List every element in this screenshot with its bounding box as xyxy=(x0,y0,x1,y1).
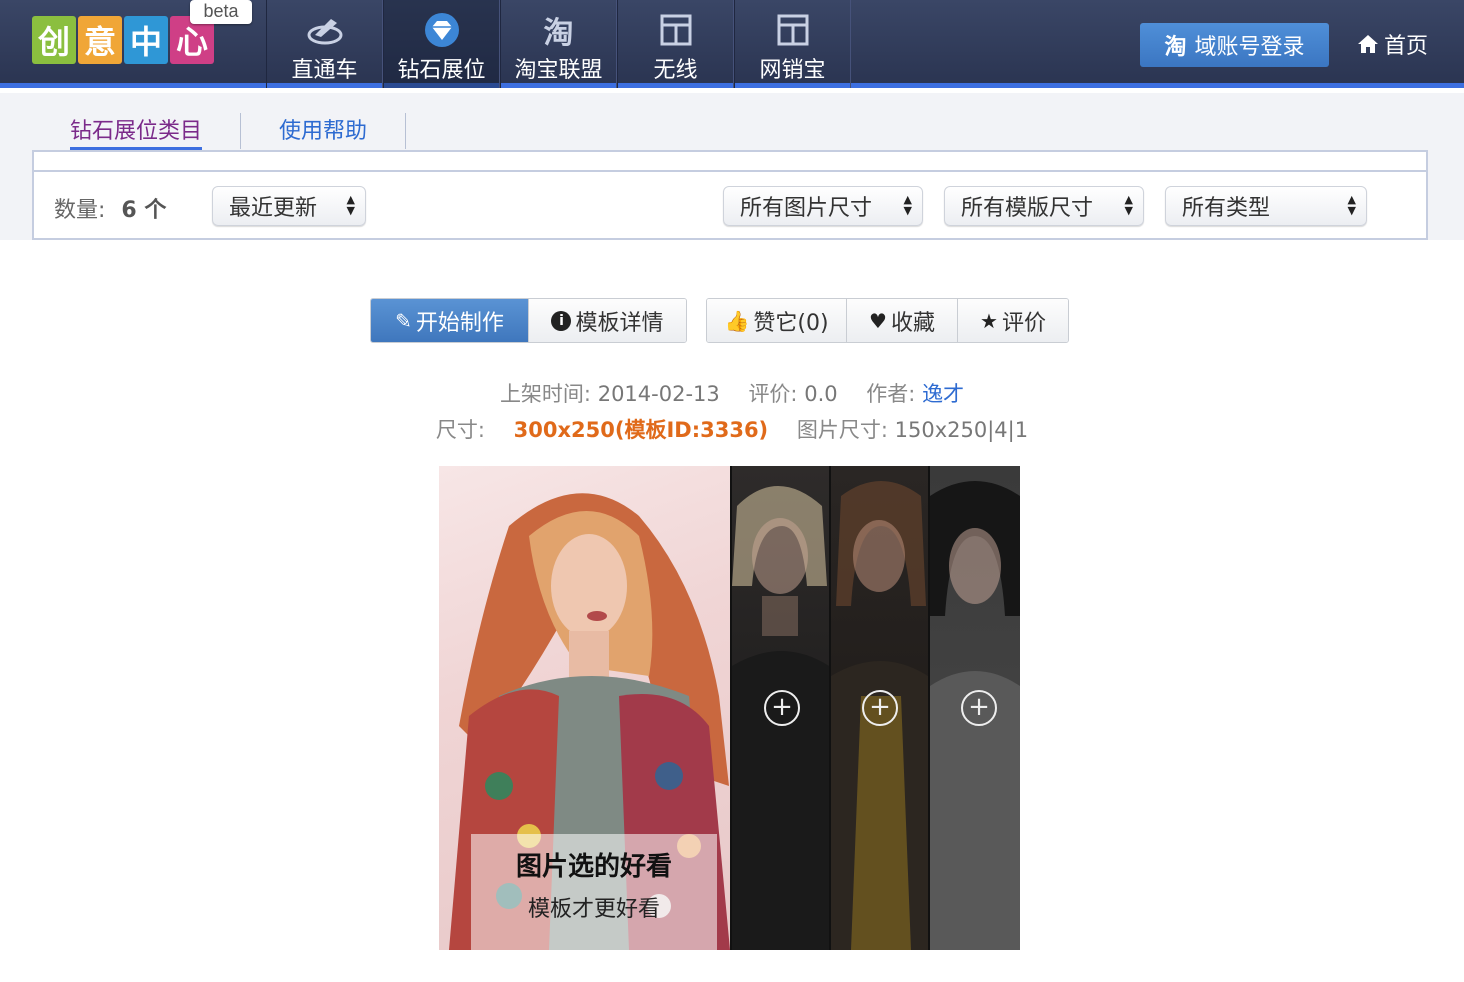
type-select-value: 所有类型 xyxy=(1182,196,1271,221)
sort-select-value: 最近更新 xyxy=(229,196,318,221)
home-icon xyxy=(1358,35,1378,53)
thumbs-up-icon: 👍 xyxy=(724,308,750,333)
taobao-icon: 淘 xyxy=(543,16,574,51)
filter-strip xyxy=(34,152,1426,172)
template-details-button[interactable]: i 模板详情 xyxy=(529,299,686,342)
nav-item-taobao-lianmeng[interactable]: 淘 淘宝联盟 xyxy=(500,0,617,88)
template-preview[interactable]: 图片选的好看 模板才更好看 + + + xyxy=(439,466,1020,950)
template-size-select[interactable]: 所有模版尺寸 ▲ ▼ xyxy=(944,186,1144,226)
nav-items: 直通车 钻石展位 淘 淘宝联盟 无线 网销宝 xyxy=(266,0,851,88)
preview-caption: 图片选的好看 模板才更好看 xyxy=(471,834,717,950)
count-label: 数量: xyxy=(54,198,106,223)
info-icon: i xyxy=(551,310,572,331)
preview-panel[interactable]: + xyxy=(928,466,1020,950)
type-select[interactable]: 所有类型 ▲ ▼ xyxy=(1165,186,1367,226)
result-count: 数量: 6 个 xyxy=(54,192,166,224)
domain-login-button[interactable]: 淘 域账号登录 xyxy=(1140,23,1329,67)
tab-zuanshi-category[interactable]: 钻石展位类目 xyxy=(32,113,242,150)
preview-panel[interactable]: + xyxy=(730,466,829,950)
home-link[interactable]: 首页 xyxy=(1356,28,1428,60)
layout-icon xyxy=(775,12,811,48)
like-button[interactable]: 👍 赞它(0) xyxy=(707,299,847,342)
caption-subtitle: 模板才更好看 xyxy=(527,897,660,922)
tab-bar: 钻石展位类目 使用帮助 xyxy=(32,113,407,151)
add-image-icon[interactable]: + xyxy=(862,690,898,726)
heart-icon: ♥ xyxy=(869,308,887,333)
like-label: 赞它(0) xyxy=(753,310,829,336)
favorite-button[interactable]: ♥ 收藏 xyxy=(847,299,958,342)
star-icon: ★ xyxy=(980,308,998,333)
tab-label: 使用帮助 xyxy=(279,119,368,144)
template-size-select-value: 所有模版尺寸 xyxy=(961,196,1094,221)
add-image-icon[interactable]: + xyxy=(764,690,800,726)
select-arrows-icon: ▲ ▼ xyxy=(1124,193,1133,217)
select-arrows-icon: ▲ ▼ xyxy=(903,193,912,217)
image-size-label: 图片尺寸: xyxy=(796,418,888,442)
preview-panel[interactable]: + xyxy=(829,466,928,950)
select-arrows-icon: ▲ ▼ xyxy=(346,193,355,217)
filter-bar: 数量: 6 个 最近更新 ▲ ▼ 所有图片尺寸 ▲ ▼ 所有模版尺寸 ▲ ▼ 所有类型 … xyxy=(32,150,1428,240)
login-label: 域账号登录 xyxy=(1194,35,1305,60)
nav-item-label: 淘宝联盟 xyxy=(514,58,603,83)
size-value: 300x250(模板ID:3336) xyxy=(513,418,769,442)
rate-button[interactable]: ★ 评价 xyxy=(958,299,1068,342)
nav-item-wangxiaobao[interactable]: 网销宝 xyxy=(734,0,851,88)
image-size-select-value: 所有图片尺寸 xyxy=(740,196,873,221)
template-meta-line1: 上架时间: 2014-02-13 评价: 0.0 作者: 逸才 xyxy=(0,378,1464,408)
favorite-label: 收藏 xyxy=(890,310,935,336)
nav-item-wuxian[interactable]: 无线 xyxy=(617,0,734,88)
template-details-label: 模板详情 xyxy=(575,310,664,336)
size-label: 尺寸: xyxy=(435,418,485,442)
diamond-icon xyxy=(424,12,460,48)
home-label: 首页 xyxy=(1384,34,1429,59)
car-steering-icon xyxy=(307,12,343,48)
beta-badge: beta xyxy=(190,0,252,24)
rate-label: 评价 xyxy=(1001,310,1046,336)
image-size-select[interactable]: 所有图片尺寸 ▲ ▼ xyxy=(723,186,923,226)
nav-item-label: 网销宝 xyxy=(759,58,826,83)
logo-tile: 意 xyxy=(78,16,122,64)
logo-tile: 中 xyxy=(124,16,168,64)
logo-tile: 创 xyxy=(32,16,76,64)
start-create-button[interactable]: ✎ 开始制作 xyxy=(371,299,529,342)
nav-item-zuanshi[interactable]: 钻石展位 xyxy=(383,0,500,88)
hero-photo: 图片选的好看 模板才更好看 xyxy=(439,466,730,950)
nav-item-zhitongche[interactable]: 直通车 xyxy=(266,0,383,88)
select-arrows-icon: ▲ ▼ xyxy=(1347,193,1356,217)
logo[interactable]: 创 意 中 心 xyxy=(32,16,216,66)
author-link[interactable]: 逸才 xyxy=(922,382,964,406)
count-value: 6 个 xyxy=(121,198,167,223)
nav-item-label: 无线 xyxy=(653,58,698,83)
add-image-icon[interactable]: + xyxy=(961,690,997,726)
caption-title: 图片选的好看 xyxy=(515,852,672,882)
sub-header: 钻石展位类目 使用帮助 数量: 6 个 最近更新 ▲ ▼ 所有图片尺寸 ▲ ▼ 所有模… xyxy=(0,93,1464,240)
rating-value: 0.0 xyxy=(804,382,838,406)
primary-action-group: ✎ 开始制作 i 模板详情 xyxy=(370,298,687,343)
tab-label: 钻石展位类目 xyxy=(70,113,203,150)
listed-value: 2014-02-13 xyxy=(597,382,720,406)
tab-help[interactable]: 使用帮助 xyxy=(241,113,407,149)
nav-item-label: 钻石展位 xyxy=(397,58,486,83)
rating-label: 评价: xyxy=(748,382,798,406)
layout-icon xyxy=(658,12,694,48)
nav-item-label: 直通车 xyxy=(291,58,358,83)
template-meta-line2: 尺寸: 300x250(模板ID:3336) 图片尺寸: 150x250|4|1 xyxy=(0,414,1464,444)
start-create-label: 开始制作 xyxy=(415,310,504,336)
taobao-icon: 淘 xyxy=(1164,35,1187,60)
author-label: 作者: xyxy=(866,382,916,406)
top-nav: 创 意 中 心 beta 直通车 钻石展位 淘 淘宝联盟 无线 网销宝 淘 域账… xyxy=(0,0,1464,88)
social-action-group: 👍 赞它(0) ♥ 收藏 ★ 评价 xyxy=(706,298,1069,343)
image-size-value: 150x250|4|1 xyxy=(894,418,1029,442)
feather-icon: ✎ xyxy=(395,308,412,333)
sort-select[interactable]: 最近更新 ▲ ▼ xyxy=(212,186,366,226)
listed-label: 上架时间: xyxy=(499,382,592,406)
